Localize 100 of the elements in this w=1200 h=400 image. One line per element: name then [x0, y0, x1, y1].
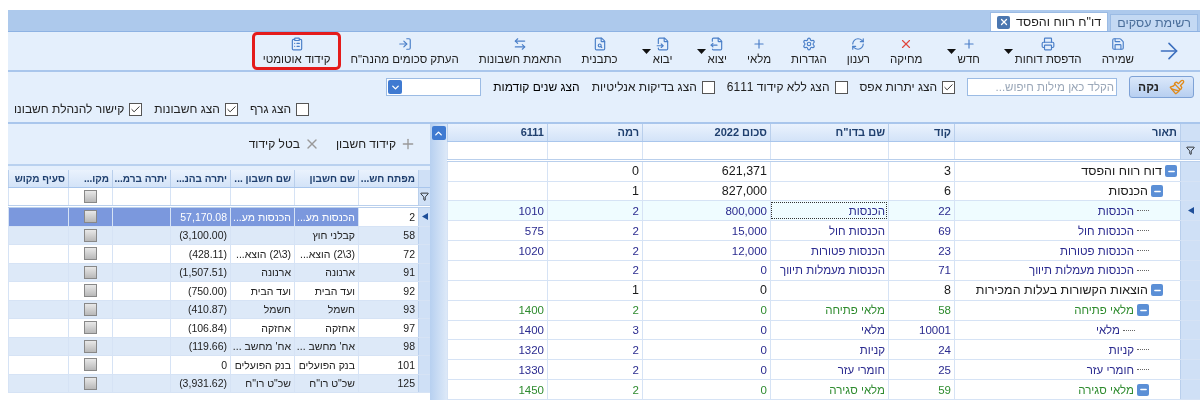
- tab[interactable]: רשימת עסקים: [1110, 14, 1198, 31]
- previous-years-dropdown[interactable]: [386, 78, 482, 96]
- column-header[interactable]: יתרה ברמ...: [112, 170, 170, 187]
- tree-cell[interactable]: הכנסות: [954, 181, 1180, 201]
- table-cell: 69: [888, 221, 954, 241]
- column-header[interactable]: שם בדו"ח: [770, 124, 888, 141]
- toolbar-button[interactable]: רענון: [838, 35, 878, 67]
- table-cell: 58: [358, 226, 418, 244]
- table-cell: 0: [642, 320, 770, 340]
- toolbar-button[interactable]: כתבנית: [573, 35, 626, 67]
- table-cell: 101: [358, 356, 418, 374]
- checkbox[interactable]: [84, 210, 97, 224]
- dropdown-caret-icon[interactable]: [696, 48, 706, 54]
- collapse-icon[interactable]: [1137, 383, 1149, 396]
- checkbox[interactable]: [84, 339, 97, 353]
- checkbox[interactable]: [129, 102, 143, 116]
- tree-cell[interactable]: דוח רווח והפסד: [954, 161, 1180, 181]
- table-cell: 2: [547, 241, 642, 261]
- tree-line: [1137, 250, 1149, 252]
- row-selector[interactable]: [418, 208, 430, 226]
- checkbox[interactable]: [84, 265, 97, 279]
- tree-cell[interactable]: קניות: [954, 340, 1180, 360]
- checkbox[interactable]: [84, 284, 97, 298]
- clipboard-icon: [289, 37, 304, 51]
- row-selector[interactable]: [1180, 201, 1200, 221]
- collapse-icon[interactable]: [1151, 185, 1163, 198]
- checkbox[interactable]: [834, 80, 848, 94]
- tree-cell[interactable]: מלאי פתיחה: [954, 300, 1180, 320]
- filter-checkbox[interactable]: [84, 190, 97, 203]
- table-cell: ארנונה: [294, 263, 358, 281]
- column-header[interactable]: תאור: [954, 124, 1180, 141]
- table-cell: הכנסות מע...: [294, 208, 358, 226]
- checkbox[interactable]: [701, 80, 715, 94]
- collapse-icon[interactable]: [1151, 284, 1163, 297]
- table-cell: (3\2) הוצא...: [294, 245, 358, 263]
- checkbox[interactable]: [84, 321, 97, 335]
- checkbox[interactable]: [84, 358, 97, 372]
- toolbar-button[interactable]: יבוא: [629, 35, 681, 67]
- code-account-button[interactable]: קידוד חשבון: [335, 136, 416, 152]
- checkbox[interactable]: [84, 302, 97, 316]
- table-cell: חשמל: [294, 300, 358, 318]
- toolbar-button[interactable]: הגדרות: [783, 35, 835, 67]
- tree-cell[interactable]: הכנסות: [954, 201, 1180, 221]
- dropdown-caret-icon[interactable]: [1003, 48, 1013, 54]
- refresh-icon: [851, 37, 866, 51]
- toolbar-button[interactable]: מלאי: [739, 35, 780, 67]
- column-header[interactable]: סכום 2022: [642, 124, 770, 141]
- scroll-up-button[interactable]: [431, 126, 446, 140]
- column-header[interactable]: מקו...: [68, 170, 112, 187]
- toolbar-button[interactable]: העתק סכומים מהנה"ח: [342, 35, 467, 67]
- clear-button[interactable]: נקה: [1129, 76, 1194, 98]
- toolbar-button[interactable]: הדפסת דוחות: [991, 35, 1090, 67]
- tree-cell[interactable]: מלאי סגירה: [954, 380, 1180, 400]
- tree-cell[interactable]: הכנסות חול: [954, 221, 1180, 241]
- column-header[interactable]: סעיף מקוש: [8, 170, 68, 187]
- tree-line: [1137, 349, 1149, 351]
- tree-cell[interactable]: הכנסות מעמלות תיווך: [954, 261, 1180, 280]
- table-cell: 97: [358, 319, 418, 337]
- toolbar-button[interactable]: שמירה: [1093, 35, 1142, 67]
- close-icon[interactable]: [997, 15, 1011, 29]
- table-cell: 59: [888, 380, 954, 400]
- collapse-icon[interactable]: [1137, 304, 1149, 317]
- toolbar-button[interactable]: יצוא: [684, 35, 735, 67]
- column-header[interactable]: שם חשבון ...: [230, 170, 294, 187]
- toolbar-button[interactable]: חדש: [934, 35, 988, 67]
- table-cell: 2: [547, 201, 642, 221]
- column-header[interactable]: רמה: [547, 124, 642, 141]
- toolbar-button[interactable]: התאמת חשבונות: [470, 35, 570, 67]
- checkbox[interactable]: [84, 228, 97, 242]
- checkbox[interactable]: [296, 102, 310, 116]
- column-header[interactable]: יתרה בהנ...: [170, 170, 230, 187]
- filter-icon[interactable]: [420, 192, 429, 201]
- table-cell: 25: [888, 360, 954, 380]
- column-header[interactable]: קוד: [888, 124, 954, 141]
- tab[interactable]: דו"ח רווח והפסד: [990, 12, 1109, 31]
- filter-icon[interactable]: [1186, 145, 1195, 155]
- checkbox[interactable]: [942, 80, 956, 94]
- table-cell: 0: [642, 300, 770, 320]
- tree-cell[interactable]: חומרי עזר: [954, 360, 1180, 380]
- column-header[interactable]: שם חשבון: [294, 170, 358, 187]
- table-cell: 0: [642, 340, 770, 360]
- dropdown-caret-icon[interactable]: [641, 48, 651, 54]
- tree-cell[interactable]: הכנסות פטורות: [954, 241, 1180, 261]
- table-cell: 621,371: [642, 161, 770, 181]
- table-cell: 827,000: [642, 181, 770, 201]
- toolbar-button[interactable]: מחיקה: [882, 35, 931, 67]
- toolbar-button[interactable]: קידוד אוטומטי: [254, 35, 339, 67]
- scrollbar[interactable]: [430, 124, 447, 400]
- table-cell: 23: [888, 241, 954, 261]
- checkbox[interactable]: [84, 247, 97, 261]
- tree-cell[interactable]: מלאי: [954, 320, 1180, 340]
- tree-cell[interactable]: הוצאות הקשורות בעלות המכירות: [954, 280, 1180, 300]
- checkbox[interactable]: [224, 102, 238, 116]
- dropdown-caret-icon[interactable]: [946, 48, 956, 54]
- search-field[interactable]: הקלד כאן מילות חיפוש...: [967, 78, 1118, 96]
- checkbox[interactable]: [84, 376, 97, 390]
- cancel-coding-button[interactable]: בטל קידוד: [248, 136, 320, 152]
- column-header[interactable]: מפתח חש...: [358, 170, 418, 187]
- collapse-icon[interactable]: [1165, 165, 1177, 178]
- table-cell: 2: [547, 340, 642, 360]
